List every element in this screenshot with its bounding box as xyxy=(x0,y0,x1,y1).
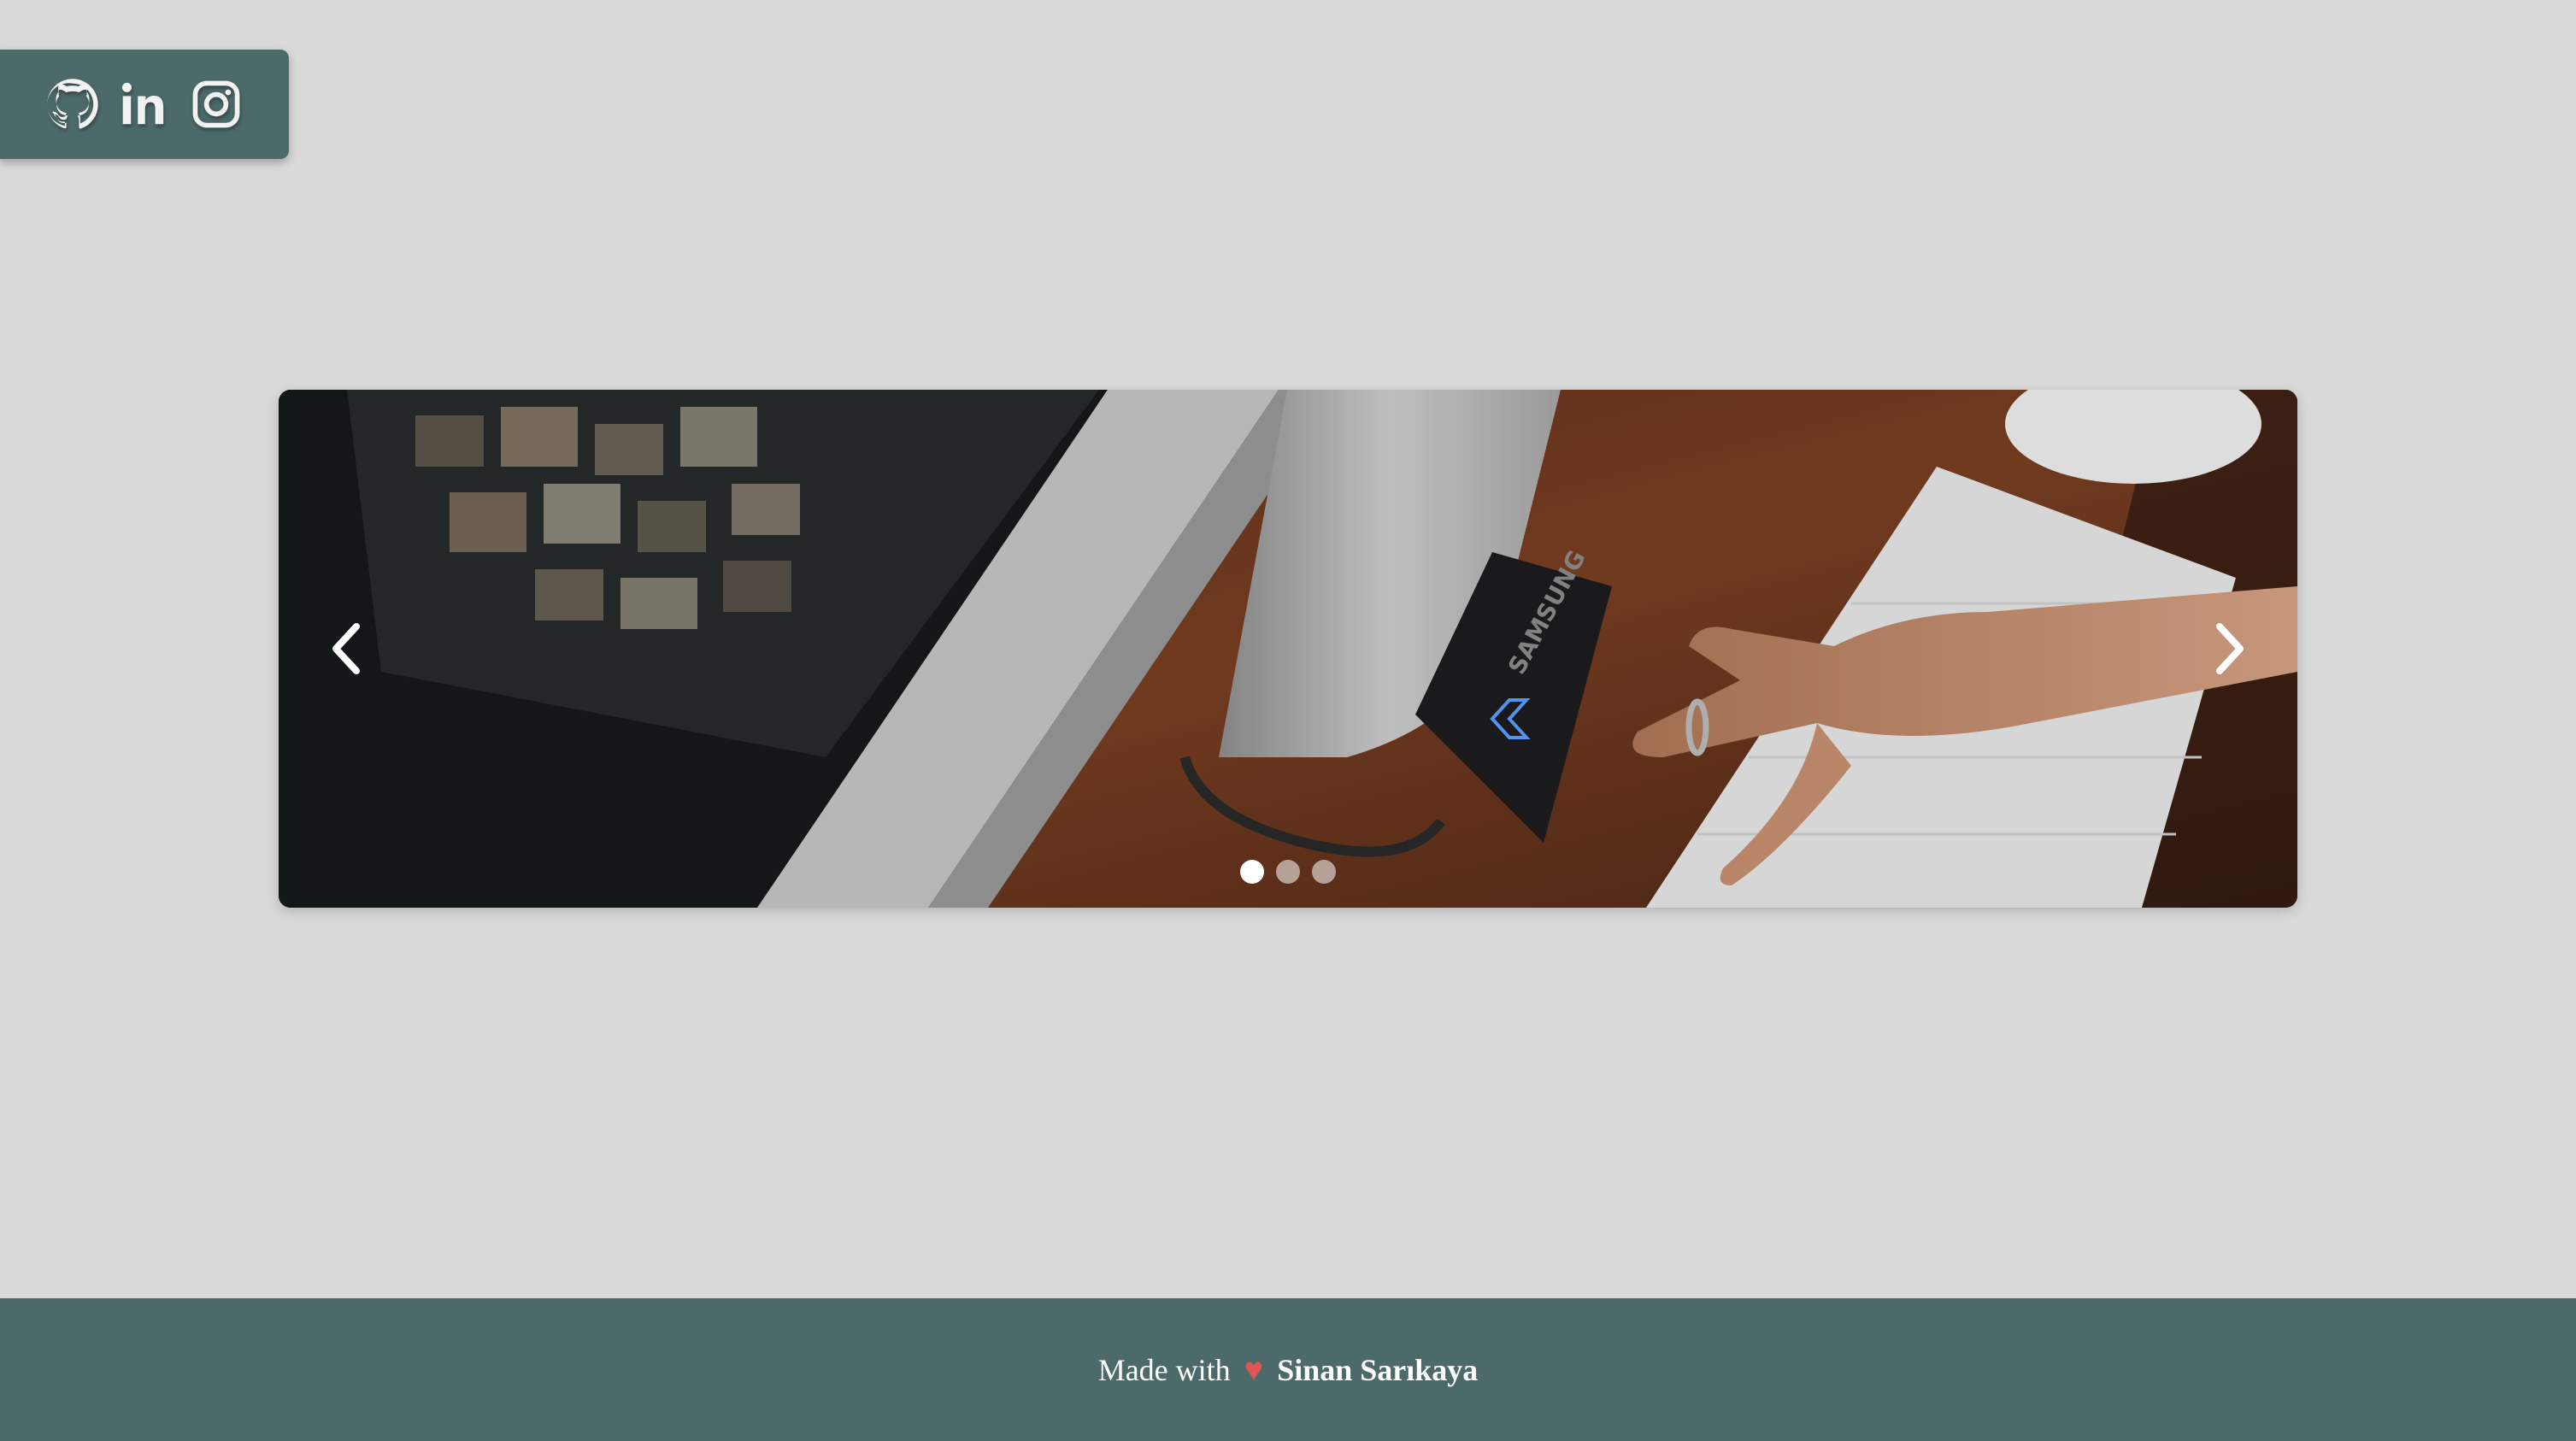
github-link[interactable] xyxy=(46,78,99,131)
footer-author-name: Sinan Sarıkaya xyxy=(1277,1352,1479,1387)
carousel-dot-1[interactable] xyxy=(1240,860,1264,884)
footer-made-with-text: Made with xyxy=(1097,1352,1231,1387)
image-carousel: SAMSUNG xyxy=(279,390,2297,908)
carousel-prev-button[interactable] xyxy=(308,597,385,700)
carousel-next-button[interactable] xyxy=(2191,597,2268,700)
carousel-dot-2[interactable] xyxy=(1276,860,1300,884)
instagram-icon xyxy=(192,80,240,128)
linkedin-link[interactable] xyxy=(118,78,171,131)
chevron-left-icon xyxy=(332,623,360,674)
footer: Made with ♥ Sinan Sarıkaya xyxy=(0,1298,2576,1441)
instagram-link[interactable] xyxy=(190,78,243,131)
carousel-slide-image: SAMSUNG xyxy=(279,390,2297,908)
chevron-right-icon xyxy=(2216,623,2244,674)
heart-icon: ♥ xyxy=(1244,1351,1264,1388)
linkedin-icon xyxy=(121,82,164,125)
github-icon xyxy=(47,79,98,129)
social-links-bar xyxy=(0,50,289,159)
carousel-dot-3[interactable] xyxy=(1312,860,1336,884)
carousel-indicators xyxy=(279,860,2297,884)
